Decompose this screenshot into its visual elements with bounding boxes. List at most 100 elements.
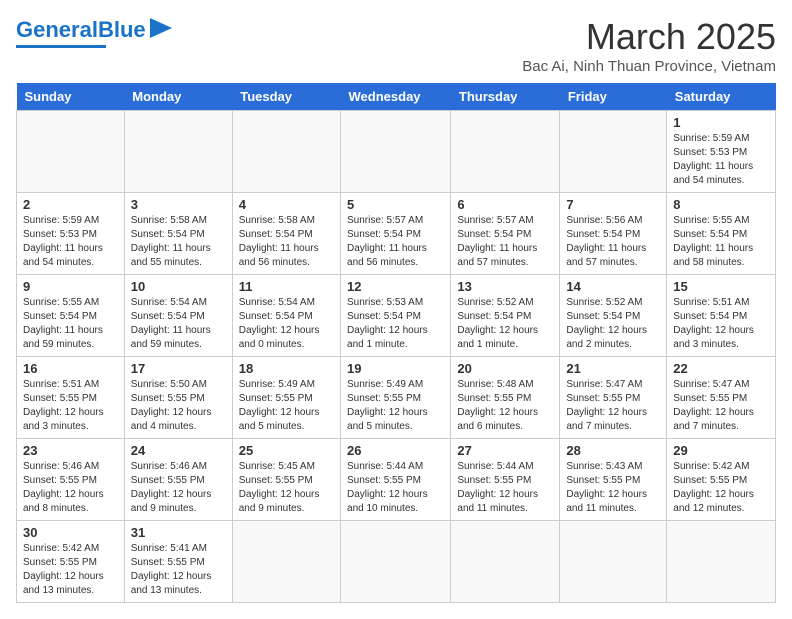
day-number: 31 — [131, 525, 226, 540]
calendar-cell — [232, 521, 340, 603]
calendar-week-row: 23 Sunrise: 5:46 AM Sunset: 5:55 PM Dayli… — [17, 439, 776, 521]
day-info: Sunrise: 5:48 AM Sunset: 5:55 PM Dayligh… — [457, 378, 553, 434]
weekday-header-row: SundayMondayTuesdayWednesdayThursdayFrid… — [17, 83, 776, 111]
day-number: 28 — [566, 443, 660, 458]
day-number: 30 — [23, 525, 118, 540]
day-number: 6 — [457, 197, 553, 212]
day-number: 9 — [23, 279, 118, 294]
day-number: 17 — [131, 361, 226, 376]
month-title: March 2025 — [522, 16, 776, 58]
day-info: Sunrise: 5:52 AM Sunset: 5:54 PM Dayligh… — [566, 296, 660, 352]
calendar-cell — [232, 111, 340, 193]
day-info: Sunrise: 5:51 AM Sunset: 5:54 PM Dayligh… — [673, 296, 769, 352]
calendar-cell — [341, 111, 451, 193]
calendar-cell: 26Sunrise: 5:44 AM Sunset: 5:55 PM Dayli… — [341, 439, 451, 521]
calendar-cell: 9 Sunrise: 5:55 AM Sunset: 5:54 PM Daylig… — [17, 275, 125, 357]
weekday-header-saturday: Saturday — [667, 83, 776, 111]
day-info: Sunrise: 5:42 AM Sunset: 5:55 PM Dayligh… — [673, 460, 769, 516]
calendar-cell — [124, 111, 232, 193]
day-info: Sunrise: 5:47 AM Sunset: 5:55 PM Dayligh… — [673, 378, 769, 434]
day-info: Sunrise: 5:50 AM Sunset: 5:55 PM Dayligh… — [131, 378, 226, 434]
calendar-cell: 19 Sunrise: 5:49 AM Sunset: 5:55 PM Dayli… — [341, 357, 451, 439]
calendar-cell: 17 Sunrise: 5:50 AM Sunset: 5:55 PM Dayli… — [124, 357, 232, 439]
day-info: Sunrise: 5:45 AM Sunset: 5:55 PM Dayligh… — [239, 460, 334, 516]
calendar-cell — [341, 521, 451, 603]
day-number: 3 — [131, 197, 226, 212]
weekday-header-friday: Friday — [560, 83, 667, 111]
title-area: March 2025 Bac Ai, Ninh Thuan Province, … — [522, 16, 776, 75]
day-info: Sunrise: 5:46 AM Sunset: 5:55 PM Dayligh… — [23, 460, 118, 516]
calendar-cell — [451, 521, 560, 603]
calendar-cell: 18Sunrise: 5:49 AM Sunset: 5:55 PM Dayli… — [232, 357, 340, 439]
day-info: Sunrise: 5:51 AM Sunset: 5:55 PM Dayligh… — [23, 378, 118, 434]
calendar-cell: 30 Sunrise: 5:42 AM Sunset: 5:55 PM Dayli… — [17, 521, 125, 603]
day-number: 2 — [23, 197, 118, 212]
calendar-cell: 1Sunrise: 5:59 AM Sunset: 5:53 PM Daylig… — [667, 111, 776, 193]
day-info: Sunrise: 5:59 AM Sunset: 5:53 PM Dayligh… — [23, 214, 118, 270]
day-number: 10 — [131, 279, 226, 294]
calendar-cell: 6 Sunrise: 5:57 AM Sunset: 5:54 PM Daylig… — [451, 193, 560, 275]
day-info: Sunrise: 5:42 AM Sunset: 5:55 PM Dayligh… — [23, 542, 118, 598]
calendar-cell: 29Sunrise: 5:42 AM Sunset: 5:55 PM Dayli… — [667, 439, 776, 521]
day-info: Sunrise: 5:58 AM Sunset: 5:54 PM Dayligh… — [131, 214, 226, 270]
calendar-week-row: 1Sunrise: 5:59 AM Sunset: 5:53 PM Daylig… — [17, 111, 776, 193]
day-number: 27 — [457, 443, 553, 458]
day-number: 5 — [347, 197, 444, 212]
calendar-cell: 13Sunrise: 5:52 AM Sunset: 5:54 PM Dayli… — [451, 275, 560, 357]
weekday-header-monday: Monday — [124, 83, 232, 111]
day-number: 8 — [673, 197, 769, 212]
calendar-cell: 15Sunrise: 5:51 AM Sunset: 5:54 PM Dayli… — [667, 275, 776, 357]
logo-text: GeneralBlue — [16, 19, 146, 41]
day-info: Sunrise: 5:56 AM Sunset: 5:54 PM Dayligh… — [566, 214, 660, 270]
day-info: Sunrise: 5:49 AM Sunset: 5:55 PM Dayligh… — [347, 378, 444, 434]
day-info: Sunrise: 5:46 AM Sunset: 5:55 PM Dayligh… — [131, 460, 226, 516]
calendar-cell: 27 Sunrise: 5:44 AM Sunset: 5:55 PM Dayli… — [451, 439, 560, 521]
calendar-cell: 3 Sunrise: 5:58 AM Sunset: 5:54 PM Daylig… — [124, 193, 232, 275]
calendar-cell: 10 Sunrise: 5:54 AM Sunset: 5:54 PM Dayli… — [124, 275, 232, 357]
day-number: 1 — [673, 115, 769, 130]
calendar-cell: 5 Sunrise: 5:57 AM Sunset: 5:54 PM Daylig… — [341, 193, 451, 275]
calendar-cell: 28 Sunrise: 5:43 AM Sunset: 5:55 PM Dayli… — [560, 439, 667, 521]
day-info: Sunrise: 5:52 AM Sunset: 5:54 PM Dayligh… — [457, 296, 553, 352]
calendar-cell: 4Sunrise: 5:58 AM Sunset: 5:54 PM Daylig… — [232, 193, 340, 275]
logo-triangle-icon — [150, 18, 172, 38]
logo-blue: Blue — [98, 17, 146, 42]
location-title: Bac Ai, Ninh Thuan Province, Vietnam — [522, 58, 776, 75]
calendar-cell — [560, 521, 667, 603]
day-info: Sunrise: 5:41 AM Sunset: 5:55 PM Dayligh… — [131, 542, 226, 598]
day-info: Sunrise: 5:54 AM Sunset: 5:54 PM Dayligh… — [131, 296, 226, 352]
logo-underline — [16, 45, 106, 48]
day-number: 7 — [566, 197, 660, 212]
day-info: Sunrise: 5:43 AM Sunset: 5:55 PM Dayligh… — [566, 460, 660, 516]
day-number: 11 — [239, 279, 334, 294]
day-number: 21 — [566, 361, 660, 376]
calendar-week-row: 16 Sunrise: 5:51 AM Sunset: 5:55 PM Dayli… — [17, 357, 776, 439]
weekday-header-thursday: Thursday — [451, 83, 560, 111]
day-number: 19 — [347, 361, 444, 376]
calendar-cell: 24Sunrise: 5:46 AM Sunset: 5:55 PM Dayli… — [124, 439, 232, 521]
day-info: Sunrise: 5:49 AM Sunset: 5:55 PM Dayligh… — [239, 378, 334, 434]
calendar-cell — [667, 521, 776, 603]
day-number: 23 — [23, 443, 118, 458]
day-number: 25 — [239, 443, 334, 458]
day-info: Sunrise: 5:44 AM Sunset: 5:55 PM Dayligh… — [457, 460, 553, 516]
day-info: Sunrise: 5:57 AM Sunset: 5:54 PM Dayligh… — [347, 214, 444, 270]
calendar-week-row: 30 Sunrise: 5:42 AM Sunset: 5:55 PM Dayli… — [17, 521, 776, 603]
day-info: Sunrise: 5:58 AM Sunset: 5:54 PM Dayligh… — [239, 214, 334, 270]
day-number: 16 — [23, 361, 118, 376]
logo: GeneralBlue — [16, 16, 172, 48]
weekday-header-wednesday: Wednesday — [341, 83, 451, 111]
calendar-cell — [17, 111, 125, 193]
calendar-cell: 11Sunrise: 5:54 AM Sunset: 5:54 PM Dayli… — [232, 275, 340, 357]
calendar-cell: 23 Sunrise: 5:46 AM Sunset: 5:55 PM Dayli… — [17, 439, 125, 521]
calendar-cell — [560, 111, 667, 193]
day-info: Sunrise: 5:44 AM Sunset: 5:55 PM Dayligh… — [347, 460, 444, 516]
header: GeneralBlue March 2025 Bac Ai, Ninh Thua… — [16, 16, 776, 75]
logo-general: General — [16, 17, 98, 42]
day-info: Sunrise: 5:47 AM Sunset: 5:55 PM Dayligh… — [566, 378, 660, 434]
calendar-cell: 25 Sunrise: 5:45 AM Sunset: 5:55 PM Dayli… — [232, 439, 340, 521]
calendar-cell: 14Sunrise: 5:52 AM Sunset: 5:54 PM Dayli… — [560, 275, 667, 357]
day-info: Sunrise: 5:55 AM Sunset: 5:54 PM Dayligh… — [23, 296, 118, 352]
day-number: 20 — [457, 361, 553, 376]
day-info: Sunrise: 5:57 AM Sunset: 5:54 PM Dayligh… — [457, 214, 553, 270]
